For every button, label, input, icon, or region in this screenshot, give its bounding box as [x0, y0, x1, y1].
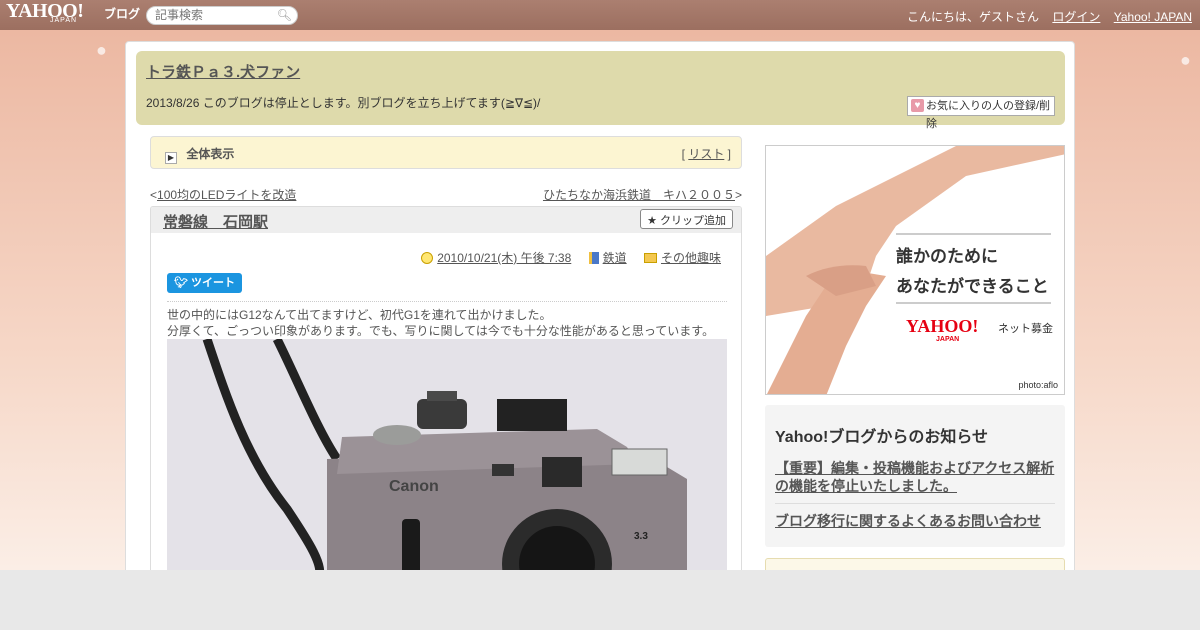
article-text-line: 世の中的にはG12なんて出てますけど、初代G1を連れて出かけました。 [167, 308, 552, 322]
category-icon [588, 252, 599, 264]
category-link-railway[interactable]: 鉄道 [603, 251, 627, 265]
paw-icon: ● [96, 40, 107, 60]
ad-yahoo-logo-sub: JAPAN [936, 336, 960, 343]
heart-icon: ♥ [911, 99, 924, 112]
folder-icon [643, 253, 657, 263]
list-bracket-close: ] [724, 147, 731, 161]
star-icon: ★ [647, 215, 657, 227]
blog-header: トラ鉄Ｐａ３.犬ファン 2013/8/26 このブログは停止とします。別ブログを… [136, 51, 1065, 130]
article-text-line: 分厚くて、ごっつい印象があります。でも、写りに関しては今でも十分な性能があると思… [167, 324, 715, 338]
footer-area [0, 570, 1200, 630]
user-menu: こんにちは、ゲストさん ログイン Yahoo! JAPAN [897, 8, 1192, 25]
blog-logo-label[interactable]: ブログ [104, 5, 140, 22]
tweet-button[interactable]: 🐦︎ ツイート [167, 273, 242, 293]
prev-article: <100均のLEDライトを改造 [150, 188, 296, 202]
search-input[interactable] [155, 8, 273, 22]
greeting-text: こんにちは、ゲストさん [907, 10, 1040, 24]
top-bar: YAHOO! JAPAN ブログ 🔍︎ こんにちは、ゲストさん ログイン Yah… [0, 0, 1200, 30]
ad-banner[interactable]: 誰かのために あなたができること YAHOO! JAPAN ネット募金 phot… [765, 145, 1065, 395]
list-toggle: [ リスト ] [682, 145, 731, 162]
yahoo-logo-sub: JAPAN [50, 17, 78, 24]
article-navigation: <100均のLEDライトを改造 ひたちなか海浜鉄道 キハ２００５> [150, 186, 742, 203]
notice-separator [775, 503, 1055, 504]
article: 常磐線 石岡駅 ★ クリップ追加 2010/10/21(木) 午後 7:38 鉄… [150, 206, 742, 586]
blog-title[interactable]: トラ鉄Ｐａ３.犬ファン [146, 64, 300, 81]
clock-icon [421, 252, 434, 264]
arrow-icon: ▶ [165, 152, 177, 164]
search-icon[interactable]: 🔍︎ [277, 8, 292, 23]
ad-service-label: ネット募金 [998, 323, 1053, 335]
prev-mark: < [150, 188, 158, 202]
clip-add-button[interactable]: ★ クリップ追加 [640, 209, 733, 229]
paw-icon: ● [1180, 50, 1191, 70]
search-box: 🔍︎ [146, 6, 298, 25]
next-article: ひたちなか海浜鉄道 キハ２００５> [543, 186, 742, 203]
ad-photo-credit: photo:aflo [1018, 380, 1058, 390]
notice-link-faq[interactable]: ブログ移行に関するよくあるお問い合わせ [775, 510, 1055, 538]
all-view-bar: ▶ 全体表示 [ リスト ] [150, 136, 742, 169]
article-divider [167, 301, 727, 302]
next-mark: > [734, 188, 742, 202]
tweet-label: ツイート [191, 277, 236, 289]
favorite-register-label: お気に入りの人の登録/削除 [926, 100, 1051, 130]
ad-line2: あなたができること [896, 277, 1049, 296]
category-link-hobby[interactable]: その他趣味 [661, 251, 721, 265]
blog-description: 2013/8/26 このブログは停止とします。別ブログを立ち上げてます(≧∇≦)… [146, 96, 541, 110]
clip-add-label: クリップ追加 [660, 215, 726, 227]
twitter-bird-icon: 🐦︎ [173, 277, 188, 289]
camera-mega-text: 3.3 [634, 531, 648, 542]
notice-box: Yahoo!ブログからのお知らせ 【重要】編集・投稿機能およびアクセス解析の機能… [765, 405, 1065, 547]
next-article-link[interactable]: ひたちなか海浜鉄道 キハ２００５ [543, 188, 735, 202]
list-link[interactable]: リスト [688, 147, 724, 161]
article-meta: 2010/10/21(木) 午後 7:38 鉄道 その他趣味 [421, 249, 721, 266]
ad-line1: 誰かのために [896, 247, 998, 266]
login-link[interactable]: ログイン [1052, 10, 1100, 24]
handshake-image [766, 146, 1064, 394]
article-body: 世の中的にはG12なんて出てますけど、初代G1を連れて出かけました。 分厚くて、… [167, 307, 727, 339]
camera-brand-text: Canon [389, 478, 439, 495]
camera-photo-svg: Canon 3.3 [167, 339, 727, 579]
yahoo-japan-link[interactable]: Yahoo! JAPAN [1114, 10, 1192, 24]
prev-article-link[interactable]: 100均のLEDライトを改造 [157, 188, 296, 202]
all-view-label[interactable]: 全体表示 [186, 147, 234, 161]
article-header: 常磐線 石岡駅 ★ クリップ追加 [151, 207, 741, 233]
notice-link-important[interactable]: 【重要】編集・投稿機能およびアクセス解析の機能を停止いたしました。 [775, 457, 1055, 503]
article-photo[interactable]: Canon 3.3 [167, 339, 727, 579]
ad-yahoo-logo: YAHOO! [906, 316, 979, 336]
notice-heading: Yahoo!ブログからのお知らせ [775, 429, 989, 446]
article-date[interactable]: 2010/10/21(木) 午後 7:38 [437, 251, 571, 265]
favorite-register-button[interactable]: ♥ お気に入りの人の登録/削除 [907, 96, 1055, 130]
article-title[interactable]: 常磐線 石岡駅 [163, 214, 268, 231]
